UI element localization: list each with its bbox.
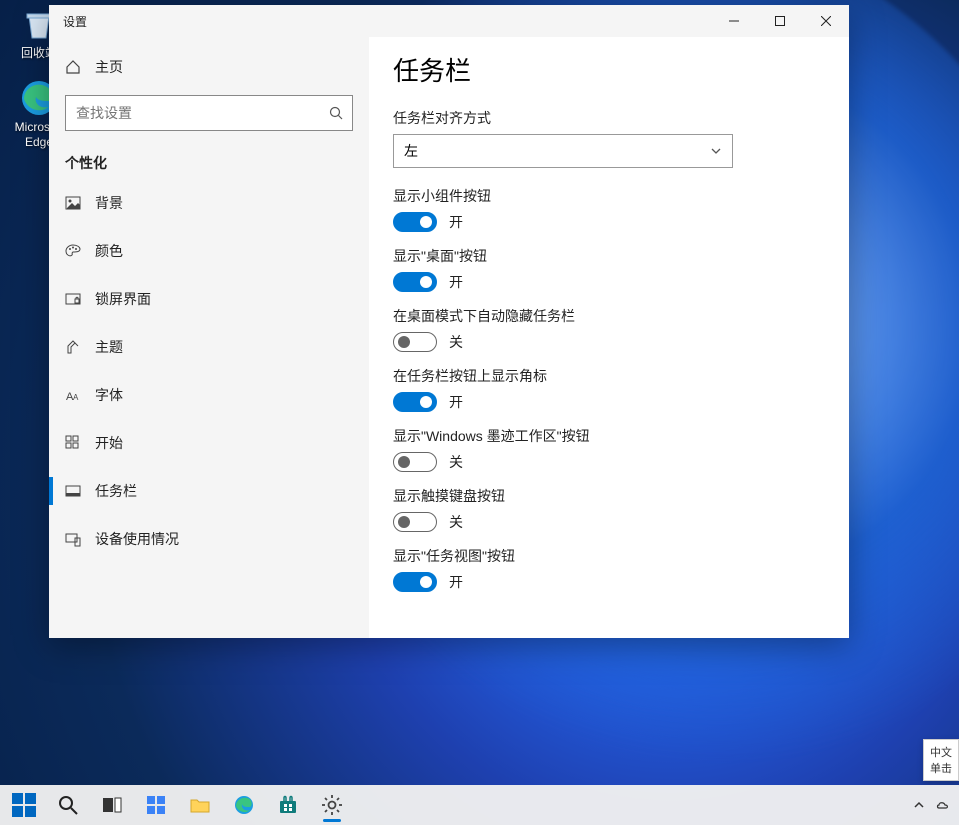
sidebar-item-font[interactable]: AA 字体 <box>49 371 369 419</box>
window-title: 设置 <box>63 13 87 30</box>
taskbar-edge-button[interactable] <box>222 785 266 825</box>
sidebar-item-theme[interactable]: 主题 <box>49 323 369 371</box>
sidebar-item-lockscreen[interactable]: 锁屏界面 <box>49 275 369 323</box>
home-button[interactable]: 主页 <box>49 47 369 87</box>
sidebar-item-label: 颜色 <box>95 241 123 261</box>
minimize-button[interactable] <box>711 5 757 37</box>
search-container <box>49 87 369 143</box>
start-button[interactable] <box>2 785 46 825</box>
palette-icon <box>65 243 81 259</box>
svg-text:A: A <box>73 393 79 402</box>
tray-overflow-button[interactable] <box>909 785 929 825</box>
ime-tooltip[interactable]: 中文 单击 <box>923 739 959 781</box>
toggle-group-1: 显示"桌面"按钮开 <box>393 246 825 292</box>
taskbar-widgets-button[interactable] <box>134 785 178 825</box>
taskbar-taskview-button[interactable] <box>90 785 134 825</box>
content-pane: 任务栏 任务栏对齐方式 左 显示小组件按钮开显示"桌面"按钮开在桌面模式下自动隐… <box>369 37 849 638</box>
chevron-down-icon <box>710 145 722 157</box>
sidebar: 主页 个性化 背景颜色锁屏界面主题 AA 字体开始任务栏设备使用情况 <box>49 37 369 638</box>
toggle-state: 关 <box>449 512 463 532</box>
toggle-state: 关 <box>449 332 463 352</box>
search-input[interactable] <box>65 95 353 131</box>
alignment-group: 任务栏对齐方式 左 <box>393 108 825 168</box>
tray-onedrive-icon[interactable] <box>933 785 953 825</box>
search-icon <box>329 106 343 120</box>
picture-icon <box>65 195 81 211</box>
toggle-group-4: 显示"Windows 墨迹工作区"按钮关 <box>393 426 825 472</box>
toggle-group-2: 在桌面模式下自动隐藏任务栏关 <box>393 306 825 352</box>
sidebar-item-device[interactable]: 设备使用情况 <box>49 515 369 563</box>
toggle-label: 显示触摸键盘按钮 <box>393 486 825 506</box>
toggle-switch-6[interactable] <box>393 572 437 592</box>
category-header: 个性化 <box>49 143 369 179</box>
toggle-label: 显示"桌面"按钮 <box>393 246 825 266</box>
toggle-switch-5[interactable] <box>393 512 437 532</box>
start-icon <box>65 435 81 451</box>
sidebar-item-label: 设备使用情况 <box>95 529 179 549</box>
taskbar-search-button[interactable] <box>46 785 90 825</box>
toggle-state: 关 <box>449 452 463 472</box>
toggles-list: 显示小组件按钮开显示"桌面"按钮开在桌面模式下自动隐藏任务栏关在任务栏按钮上显示… <box>393 186 825 592</box>
titlebar[interactable]: 设置 <box>49 5 849 37</box>
toggle-switch-0[interactable] <box>393 212 437 232</box>
toggle-label: 显示"任务视图"按钮 <box>393 546 825 566</box>
taskbar-icon <box>65 483 81 499</box>
toggle-label: 显示"Windows 墨迹工作区"按钮 <box>393 426 825 446</box>
taskbar-explorer-button[interactable] <box>178 785 222 825</box>
close-button[interactable] <box>803 5 849 37</box>
toggle-group-0: 显示小组件按钮开 <box>393 186 825 232</box>
sidebar-item-label: 主题 <box>95 337 123 357</box>
page-title: 任务栏 <box>393 51 825 88</box>
nav-list: 背景颜色锁屏界面主题 AA 字体开始任务栏设备使用情况 <box>49 179 369 563</box>
ime-line2: 单击 <box>930 760 952 776</box>
sidebar-item-label: 背景 <box>95 193 123 213</box>
settings-window: 设置 主页 个性化 背景颜色锁屏界面主题AA字体开始任务栏设备使用情况 任务栏 <box>49 5 849 638</box>
sidebar-item-label: 任务栏 <box>95 481 137 501</box>
window-controls <box>711 5 849 37</box>
toggle-group-6: 显示"任务视图"按钮开 <box>393 546 825 592</box>
toggle-label: 在桌面模式下自动隐藏任务栏 <box>393 306 825 326</box>
home-icon <box>65 59 81 75</box>
alignment-label: 任务栏对齐方式 <box>393 108 825 128</box>
sidebar-item-picture[interactable]: 背景 <box>49 179 369 227</box>
toggle-group-5: 显示触摸键盘按钮关 <box>393 486 825 532</box>
lockscreen-icon <box>65 291 81 307</box>
toggle-state: 开 <box>449 572 463 592</box>
toggle-label: 在任务栏按钮上显示角标 <box>393 366 825 386</box>
home-label: 主页 <box>95 57 123 77</box>
toggle-label: 显示小组件按钮 <box>393 186 825 206</box>
sidebar-item-palette[interactable]: 颜色 <box>49 227 369 275</box>
sidebar-item-start[interactable]: 开始 <box>49 419 369 467</box>
taskbar <box>0 785 959 825</box>
toggle-switch-1[interactable] <box>393 272 437 292</box>
sidebar-item-taskbar[interactable]: 任务栏 <box>49 467 369 515</box>
device-icon <box>65 531 81 547</box>
toggle-switch-4[interactable] <box>393 452 437 472</box>
ime-line1: 中文 <box>930 744 952 760</box>
font-icon: AA <box>65 387 81 403</box>
taskbar-store-button[interactable] <box>266 785 310 825</box>
sidebar-item-label: 锁屏界面 <box>95 289 151 309</box>
maximize-button[interactable] <box>757 5 803 37</box>
toggle-state: 开 <box>449 272 463 292</box>
toggle-switch-3[interactable] <box>393 392 437 412</box>
toggle-group-3: 在任务栏按钮上显示角标开 <box>393 366 825 412</box>
taskbar-settings-button[interactable] <box>310 785 354 825</box>
sidebar-item-label: 字体 <box>95 385 123 405</box>
theme-icon <box>65 339 81 355</box>
sidebar-item-label: 开始 <box>95 433 123 453</box>
alignment-value: 左 <box>404 141 418 161</box>
alignment-dropdown[interactable]: 左 <box>393 134 733 168</box>
toggle-switch-2[interactable] <box>393 332 437 352</box>
toggle-state: 开 <box>449 212 463 232</box>
toggle-state: 开 <box>449 392 463 412</box>
system-tray <box>909 785 957 825</box>
window-body: 主页 个性化 背景颜色锁屏界面主题AA字体开始任务栏设备使用情况 任务栏 任务栏… <box>49 37 849 638</box>
